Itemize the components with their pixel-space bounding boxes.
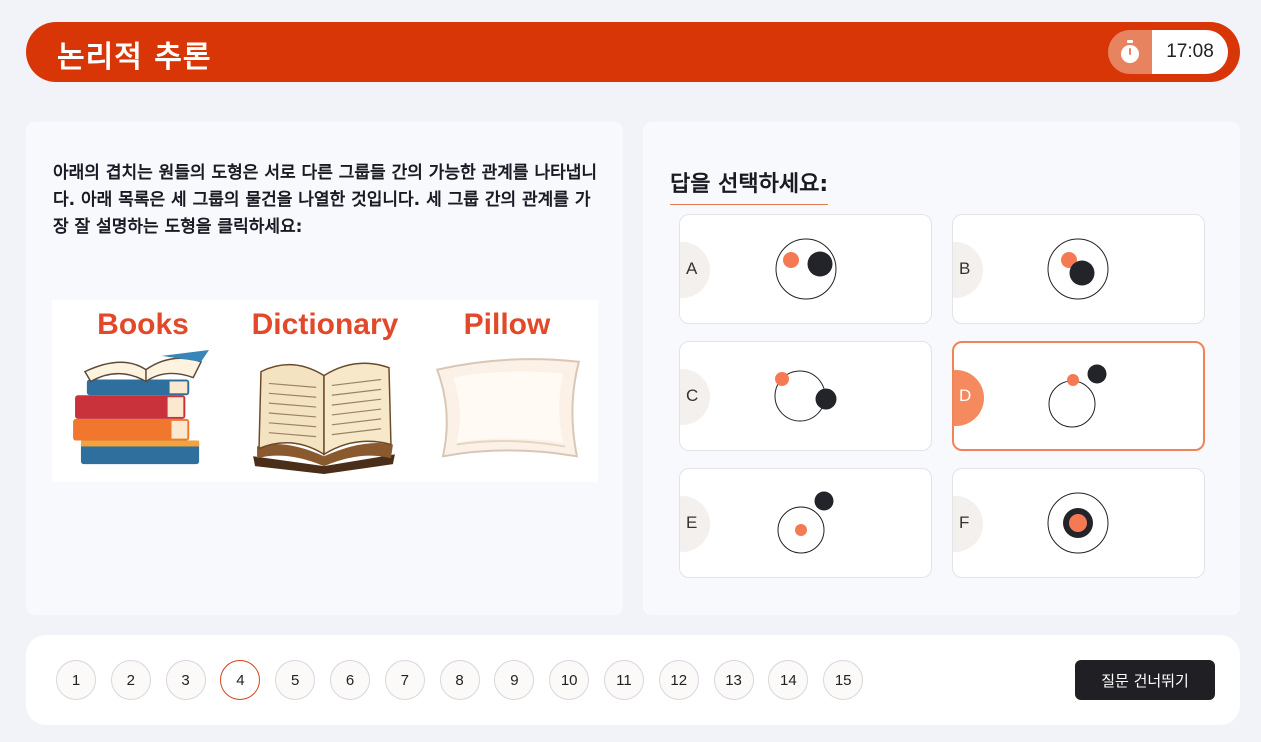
books-icon xyxy=(73,349,209,465)
timer: 17:08 xyxy=(1108,30,1228,74)
page-button-6[interactable]: 6 xyxy=(329,660,370,700)
item-dictionary: Dictionary xyxy=(234,300,416,482)
page-button-14[interactable]: 14 xyxy=(768,660,809,700)
page-title: 논리적 추론 xyxy=(57,40,212,75)
item-pillow: Pillow xyxy=(416,300,598,482)
page-button-4[interactable]: 4 xyxy=(220,660,261,700)
page-button-3[interactable]: 3 xyxy=(165,660,206,700)
page-button-5[interactable]: 5 xyxy=(275,660,316,700)
item-label: Pillow xyxy=(463,308,551,341)
item-label: Books xyxy=(97,308,189,341)
item-label: Dictionary xyxy=(251,308,399,341)
option-f[interactable]: F xyxy=(952,468,1205,578)
page-button-8[interactable]: 8 xyxy=(439,660,480,700)
page-button-7[interactable]: 7 xyxy=(384,660,425,700)
diagram-c-icon xyxy=(774,370,837,422)
page-button-11[interactable]: 11 xyxy=(603,660,644,700)
open-book-icon xyxy=(253,362,395,475)
diagram-f-icon xyxy=(1047,492,1109,554)
item-books: Books xyxy=(52,300,234,482)
option-b[interactable]: B xyxy=(952,214,1205,324)
page-button-12[interactable]: 12 xyxy=(658,660,699,700)
navigation-bar: 1 2 3 4 5 6 7 8 9 10 11 12 13 14 15 질문 건너뛰기 xyxy=(26,635,1240,725)
timer-value: 17:08 xyxy=(1152,30,1228,74)
diagram-e-icon xyxy=(777,491,834,554)
stopwatch-icon xyxy=(1108,30,1152,74)
page-button-10[interactable]: 10 xyxy=(549,660,590,700)
question-text: 아래의 겹치는 원들의 도형은 서로 다른 그룹들 간의 가능한 관계를 나타냅… xyxy=(53,163,598,237)
option-e[interactable]: E xyxy=(679,468,932,578)
page-button-15[interactable]: 15 xyxy=(823,660,864,700)
page-button-9[interactable]: 9 xyxy=(494,660,535,700)
diagram-a-icon xyxy=(775,238,837,300)
skip-question-button[interactable]: 질문 건너뛰기 xyxy=(1075,660,1215,700)
diagram-b-icon xyxy=(1047,238,1109,300)
page-button-2[interactable]: 2 xyxy=(110,660,151,700)
items-strip: Books Dictionary Pillow xyxy=(52,300,598,482)
pillow-icon xyxy=(435,358,581,458)
page-button-1[interactable]: 1 xyxy=(56,660,96,700)
option-c[interactable]: C xyxy=(679,341,932,451)
page-list: 1 2 3 4 5 6 7 8 9 10 11 12 13 14 15 xyxy=(56,660,878,700)
option-a[interactable]: A xyxy=(679,214,932,324)
page-button-13[interactable]: 13 xyxy=(713,660,754,700)
diagram-d-icon xyxy=(1048,364,1107,428)
answer-panel: 답을 선택하세요: A B C D E F xyxy=(643,122,1240,615)
header-bar: 논리적 추론 17:08 xyxy=(26,22,1240,82)
option-d[interactable]: D xyxy=(952,341,1205,451)
question-panel: 아래의 겹치는 원들의 도형은 서로 다른 그룹들 간의 가능한 관계를 나타냅… xyxy=(26,122,623,615)
answer-heading: 답을 선택하세요: xyxy=(670,166,829,205)
